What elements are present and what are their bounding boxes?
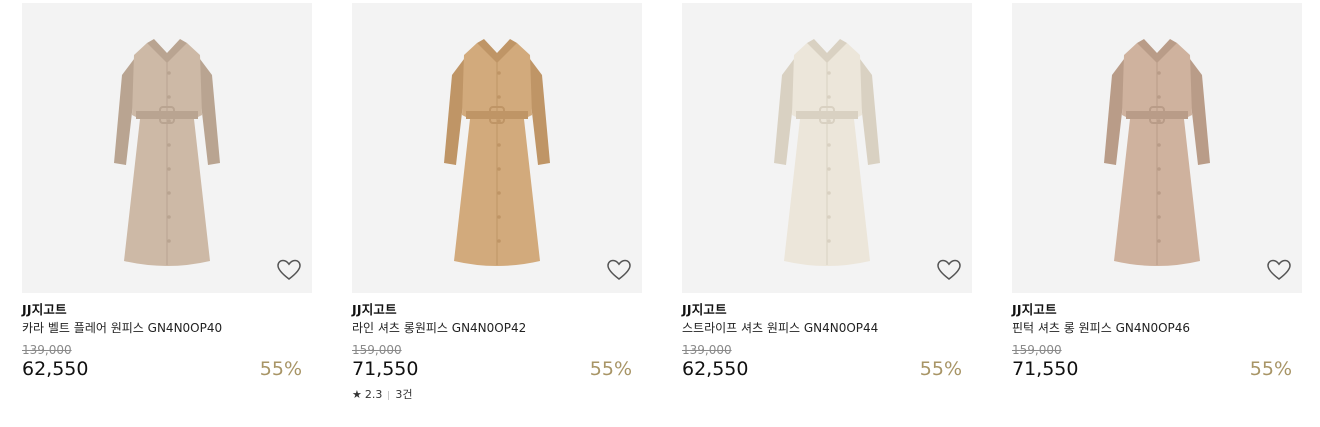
product-name[interactable]: 라인 셔츠 롱원피스 GN4N0OP42 — [352, 320, 642, 336]
brand-name: JJ지고트 — [22, 302, 67, 317]
dress-image-icon — [1104, 39, 1210, 266]
star-icon: ★ — [352, 388, 362, 401]
heart-icon[interactable] — [606, 257, 632, 283]
brand-name: JJ지고트 — [1012, 302, 1057, 317]
product-image[interactable] — [682, 3, 972, 293]
dress-image-icon — [774, 39, 880, 266]
original-price: 139,000 — [22, 343, 72, 357]
product-name[interactable]: 핀턱 셔츠 롱 원피스 GN4N0OP46 — [1012, 320, 1302, 336]
product-card[interactable]: JJ지고트 카라 벨트 플레어 원피스 GN4N0OP40 139,000 62… — [22, 3, 312, 380]
sale-price: 62,550 — [682, 358, 749, 380]
heart-icon[interactable] — [276, 257, 302, 283]
heart-icon[interactable] — [1266, 257, 1292, 283]
rating-summary: ★ 2.3 3건 — [352, 388, 642, 402]
sale-price: 62,550 — [22, 358, 89, 380]
sale-price: 71,550 — [1012, 358, 1079, 380]
original-price: 159,000 — [352, 343, 402, 357]
brand-name: JJ지고트 — [352, 302, 397, 317]
rating-value: 2.3 — [364, 388, 383, 401]
product-image[interactable] — [22, 3, 312, 293]
product-grid: JJ지고트 카라 벨트 플레어 원피스 GN4N0OP40 139,000 62… — [0, 0, 1320, 427]
brand-name: JJ지고트 — [682, 302, 727, 317]
dress-image-icon — [114, 39, 220, 266]
product-card[interactable]: JJ지고트 스트라이프 셔츠 원피스 GN4N0OP44 139,000 62,… — [682, 3, 972, 380]
discount-rate: 55% — [919, 358, 962, 380]
product-card[interactable]: JJ지고트 핀턱 셔츠 롱 원피스 GN4N0OP46 159,000 71,5… — [1012, 3, 1302, 380]
product-name[interactable]: 스트라이프 셔츠 원피스 GN4N0OP44 — [682, 320, 972, 336]
divider — [388, 390, 390, 400]
discount-rate: 55% — [589, 358, 632, 380]
price-row: 71,550 55% — [1012, 358, 1302, 380]
product-image[interactable] — [352, 3, 642, 293]
price-row: 62,550 55% — [682, 358, 972, 380]
heart-icon[interactable] — [936, 257, 962, 283]
original-price: 159,000 — [1012, 343, 1062, 357]
product-image[interactable] — [1012, 3, 1302, 293]
discount-rate: 55% — [259, 358, 302, 380]
review-count: 3건 — [395, 388, 413, 401]
sale-price: 71,550 — [352, 358, 419, 380]
product-card[interactable]: JJ지고트 라인 셔츠 롱원피스 GN4N0OP42 159,000 71,55… — [352, 3, 642, 402]
price-row: 71,550 55% — [352, 358, 642, 380]
price-row: 62,550 55% — [22, 358, 312, 380]
original-price: 139,000 — [682, 343, 732, 357]
discount-rate: 55% — [1249, 358, 1292, 380]
product-name[interactable]: 카라 벨트 플레어 원피스 GN4N0OP40 — [22, 320, 312, 336]
dress-image-icon — [444, 39, 550, 266]
